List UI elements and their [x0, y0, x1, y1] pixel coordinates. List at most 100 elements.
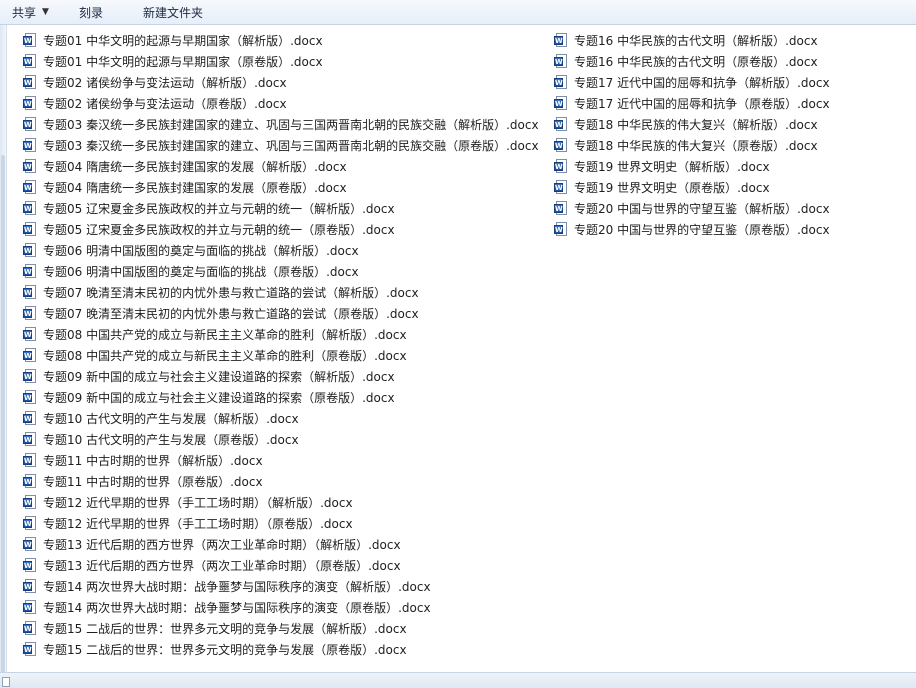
file-name-label: 专题14 两次世界大战时期：战争噩梦与国际秩序的演变（解析版）.docx	[43, 580, 431, 594]
word-document-icon: W	[23, 516, 37, 531]
file-name-label: 专题06 明清中国版图的奠定与面临的挑战（解析版）.docx	[43, 244, 359, 258]
file-item[interactable]: W 专题10 古代文明的产生与发展（原卷版）.docx	[23, 429, 543, 450]
file-item[interactable]: W 专题01 中华文明的起源与早期国家（原卷版）.docx	[23, 51, 543, 72]
file-name-label: 专题07 晚清至清末民初的内忧外患与救亡道路的尝试（原卷版）.docx	[43, 307, 419, 321]
file-name-label: 专题04 隋唐统一多民族封建国家的发展（解析版）.docx	[43, 160, 347, 174]
file-name-label: 专题18 中华民族的伟大复兴（解析版）.docx	[574, 118, 818, 132]
file-item[interactable]: W 专题14 两次世界大战时期：战争噩梦与国际秩序的演变（解析版）.docx	[23, 576, 543, 597]
file-item[interactable]: W 专题11 中古时期的世界（原卷版）.docx	[23, 471, 543, 492]
file-item[interactable]: W 专题17 近代中国的屈辱和抗争（解析版）.docx	[554, 72, 834, 93]
file-name-label: 专题11 中古时期的世界（解析版）.docx	[43, 454, 263, 468]
file-item[interactable]: W 专题01 中华文明的起源与早期国家（解析版）.docx	[23, 30, 543, 51]
word-document-icon: W	[23, 75, 37, 90]
word-document-icon: W	[554, 201, 568, 216]
file-item[interactable]: W 专题16 中华民族的古代文明（原卷版）.docx	[554, 51, 834, 72]
file-item[interactable]: W 专题08 中国共产党的成立与新民主主义革命的胜利（原卷版）.docx	[23, 345, 543, 366]
file-name-label: 专题17 近代中国的屈辱和抗争（原卷版）.docx	[574, 97, 830, 111]
file-name-label: 专题04 隋唐统一多民族封建国家的发展（原卷版）.docx	[43, 181, 347, 195]
file-name-label: 专题17 近代中国的屈辱和抗争（解析版）.docx	[574, 76, 830, 90]
file-name-label: 专题18 中华民族的伟大复兴（原卷版）.docx	[574, 139, 818, 153]
file-name-label: 专题16 中华民族的古代文明（解析版）.docx	[574, 34, 818, 48]
status-bar	[0, 672, 916, 688]
file-item[interactable]: W 专题13 近代后期的西方世界（两次工业革命时期）（解析版）.docx	[23, 534, 543, 555]
word-document-icon: W	[23, 180, 37, 195]
file-name-label: 专题15 二战后的世界：世界多元文明的竞争与发展（原卷版）.docx	[43, 643, 407, 657]
file-item[interactable]: W 专题10 古代文明的产生与发展（解析版）.docx	[23, 408, 543, 429]
file-item[interactable]: W 专题19 世界文明史（解析版）.docx	[554, 156, 834, 177]
file-name-label: 专题09 新中国的成立与社会主义建设道路的探索（解析版）.docx	[43, 370, 395, 384]
file-item[interactable]: W 专题03 秦汉统一多民族封建国家的建立、巩固与三国两晋南北朝的民族交融（原卷版…	[23, 135, 543, 156]
file-item[interactable]: W 专题20 中国与世界的守望互鉴（原卷版）.docx	[554, 219, 834, 240]
word-document-icon: W	[554, 138, 568, 153]
word-document-icon: W	[23, 306, 37, 321]
file-item[interactable]: W 专题19 世界文明史（原卷版）.docx	[554, 177, 834, 198]
word-document-icon: W	[23, 201, 37, 216]
file-column-1: W 专题01 中华文明的起源与早期国家（解析版）.docx W 专题01 中华文明的起…	[23, 30, 543, 660]
file-item[interactable]: W 专题17 近代中国的屈辱和抗争（原卷版）.docx	[554, 93, 834, 114]
file-item[interactable]: W 专题14 两次世界大战时期：战争噩梦与国际秩序的演变（原卷版）.docx	[23, 597, 543, 618]
word-document-icon: W	[23, 327, 37, 342]
file-name-label: 专题09 新中国的成立与社会主义建设道路的探索（原卷版）.docx	[43, 391, 395, 405]
word-document-icon: W	[23, 579, 37, 594]
word-document-icon: W	[23, 54, 37, 69]
file-item[interactable]: W 专题02 诸侯纷争与变法运动（解析版）.docx	[23, 72, 543, 93]
file-item[interactable]: W 专题18 中华民族的伟大复兴（原卷版）.docx	[554, 135, 834, 156]
file-item[interactable]: W 专题13 近代后期的西方世界（两次工业革命时期）（原卷版）.docx	[23, 555, 543, 576]
file-item[interactable]: W 专题05 辽宋夏金多民族政权的并立与元朝的统一（原卷版）.docx	[23, 219, 543, 240]
file-item[interactable]: W 专题15 二战后的世界：世界多元文明的竞争与发展（解析版）.docx	[23, 618, 543, 639]
file-name-label: 专题01 中华文明的起源与早期国家（原卷版）.docx	[43, 55, 323, 69]
file-item[interactable]: W 专题15 二战后的世界：世界多元文明的竞争与发展（原卷版）.docx	[23, 639, 543, 660]
file-name-label: 专题06 明清中国版图的奠定与面临的挑战（原卷版）.docx	[43, 265, 359, 279]
word-document-icon: W	[554, 33, 568, 48]
file-item[interactable]: W 专题11 中古时期的世界（解析版）.docx	[23, 450, 543, 471]
share-menu-button[interactable]: 共享 ▼	[12, 0, 49, 24]
file-name-label: 专题02 诸侯纷争与变法运动（解析版）.docx	[43, 76, 287, 90]
word-document-icon: W	[23, 558, 37, 573]
file-name-label: 专题13 近代后期的西方世界（两次工业革命时期）（解析版）.docx	[43, 538, 401, 552]
file-name-label: 专题05 辽宋夏金多民族政权的并立与元朝的统一（解析版）.docx	[43, 202, 395, 216]
file-item[interactable]: W 专题09 新中国的成立与社会主义建设道路的探索（原卷版）.docx	[23, 387, 543, 408]
file-column-2: W 专题16 中华民族的古代文明（解析版）.docx W 专题16 中华民族的古代文明…	[554, 30, 834, 240]
word-document-icon: W	[23, 621, 37, 636]
word-document-icon: W	[23, 474, 37, 489]
file-name-label: 专题12 近代早期的世界（手工工场时期）（解析版）.docx	[43, 496, 353, 510]
file-name-label: 专题12 近代早期的世界（手工工场时期）（原卷版）.docx	[43, 517, 353, 531]
word-document-icon: W	[23, 495, 37, 510]
file-item[interactable]: W 专题20 中国与世界的守望互鉴（解析版）.docx	[554, 198, 834, 219]
word-document-icon: W	[554, 222, 568, 237]
file-item[interactable]: W 专题05 辽宋夏金多民族政权的并立与元朝的统一（解析版）.docx	[23, 198, 543, 219]
file-item[interactable]: W 专题02 诸侯纷争与变法运动（原卷版）.docx	[23, 93, 543, 114]
file-item[interactable]: W 专题06 明清中国版图的奠定与面临的挑战（解析版）.docx	[23, 240, 543, 261]
file-name-label: 专题14 两次世界大战时期：战争噩梦与国际秩序的演变（原卷版）.docx	[43, 601, 431, 615]
file-name-label: 专题15 二战后的世界：世界多元文明的竞争与发展（解析版）.docx	[43, 622, 407, 636]
file-item[interactable]: W 专题12 近代早期的世界（手工工场时期）（原卷版）.docx	[23, 513, 543, 534]
new-folder-button[interactable]: 新建文件夹	[143, 0, 203, 24]
word-document-icon: W	[23, 348, 37, 363]
file-item[interactable]: W 专题07 晚清至清末民初的内忧外患与救亡道路的尝试（解析版）.docx	[23, 282, 543, 303]
word-document-icon: W	[23, 369, 37, 384]
file-name-label: 专题19 世界文明史（解析版）.docx	[574, 160, 770, 174]
nav-scroll-thumb[interactable]	[1, 155, 5, 675]
file-item[interactable]: W 专题04 隋唐统一多民族封建国家的发展（解析版）.docx	[23, 156, 543, 177]
word-document-icon: W	[23, 33, 37, 48]
word-document-icon: W	[554, 180, 568, 195]
file-item[interactable]: W 专题06 明清中国版图的奠定与面临的挑战（原卷版）.docx	[23, 261, 543, 282]
file-name-label: 专题02 诸侯纷争与变法运动（原卷版）.docx	[43, 97, 287, 111]
burn-button[interactable]: 刻录	[79, 0, 103, 24]
file-name-label: 专题13 近代后期的西方世界（两次工业革命时期）（原卷版）.docx	[43, 559, 401, 573]
file-name-label: 专题19 世界文明史（原卷版）.docx	[574, 181, 770, 195]
file-name-label: 专题07 晚清至清末民初的内忧外患与救亡道路的尝试（解析版）.docx	[43, 286, 419, 300]
file-item[interactable]: W 专题03 秦汉统一多民族封建国家的建立、巩固与三国两晋南北朝的民族交融（解析版…	[23, 114, 543, 135]
file-item[interactable]: W 专题08 中国共产党的成立与新民主主义革命的胜利（解析版）.docx	[23, 324, 543, 345]
file-name-label: 专题01 中华文明的起源与早期国家（解析版）.docx	[43, 34, 323, 48]
word-document-icon: W	[23, 138, 37, 153]
file-item[interactable]: W 专题18 中华民族的伟大复兴（解析版）.docx	[554, 114, 834, 135]
file-name-label: 专题20 中国与世界的守望互鉴（解析版）.docx	[574, 202, 830, 216]
file-item[interactable]: W 专题12 近代早期的世界（手工工场时期）（解析版）.docx	[23, 492, 543, 513]
file-name-label: 专题20 中国与世界的守望互鉴（原卷版）.docx	[574, 223, 830, 237]
file-item[interactable]: W 专题09 新中国的成立与社会主义建设道路的探索（解析版）.docx	[23, 366, 543, 387]
file-item[interactable]: W 专题16 中华民族的古代文明（解析版）.docx	[554, 30, 834, 51]
file-item[interactable]: W 专题04 隋唐统一多民族封建国家的发展（原卷版）.docx	[23, 177, 543, 198]
file-name-label: 专题10 古代文明的产生与发展（解析版）.docx	[43, 412, 299, 426]
file-item[interactable]: W 专题07 晚清至清末民初的内忧外患与救亡道路的尝试（原卷版）.docx	[23, 303, 543, 324]
